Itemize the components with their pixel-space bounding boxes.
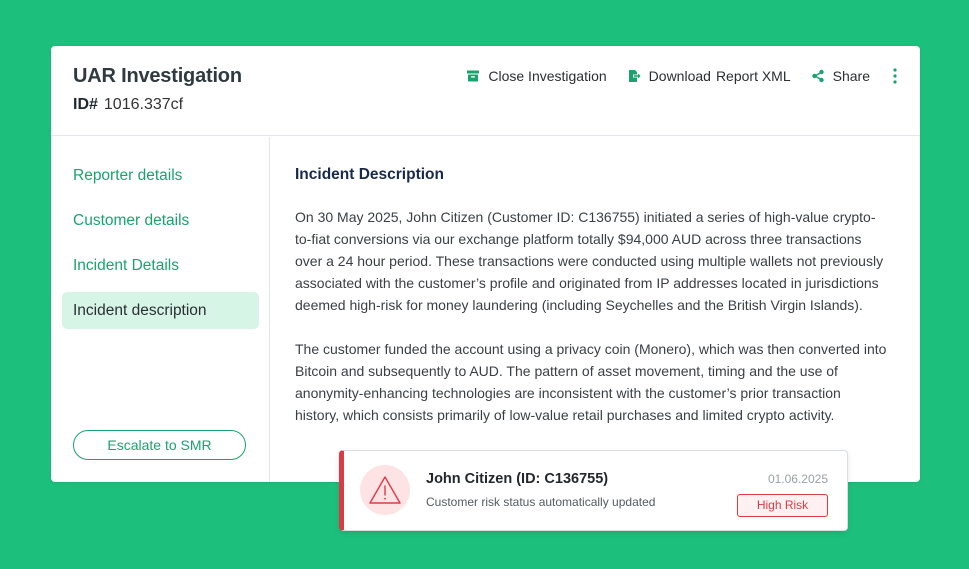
id-value: 1016.337cf	[103, 96, 184, 113]
sidebar-item-incident-description[interactable]: Incident description	[62, 292, 259, 329]
more-vertical-icon[interactable]	[890, 67, 900, 85]
notification-date: 01.06.2025	[767, 472, 828, 486]
status-badge: High Risk	[737, 494, 828, 517]
notification-title: John Citizen (ID: C136755)	[426, 471, 609, 487]
share-button[interactable]: Share	[811, 68, 870, 84]
description-paragraph: The customer funded the account using a …	[295, 341, 887, 423]
card-header: UAR Investigation ID# 1016.337cf Close In…	[51, 46, 920, 136]
sidebar-item-reporter-details[interactable]: Reporter details	[62, 157, 259, 194]
share-label: Share	[832, 68, 870, 84]
header-actions: Close Investigation Download Report XML	[466, 67, 900, 85]
risk-notification[interactable]: John Citizen (ID: C136755) Customer risk…	[339, 450, 848, 531]
investigation-card: UAR Investigation ID# 1016.337cf Close In…	[51, 46, 920, 482]
archive-icon	[466, 69, 480, 83]
sidebar-item-incident-details[interactable]: Incident Details	[62, 247, 259, 284]
close-investigation-label: Close Investigation	[488, 68, 607, 84]
notification-subtitle: Customer risk status automatically updat…	[426, 495, 656, 509]
download-label: Download	[648, 68, 711, 84]
share-icon	[811, 69, 825, 83]
id-label: ID#	[73, 96, 98, 113]
escalate-to-smr-button[interactable]: Escalate to SMR	[73, 430, 246, 460]
investigation-id: ID# 1016.337cf	[73, 96, 183, 114]
close-investigation-button[interactable]: Close Investigation	[466, 68, 607, 84]
section-title: Incident Description	[295, 166, 444, 183]
export-icon	[627, 69, 641, 83]
page-title: UAR Investigation	[73, 65, 242, 87]
sidebar-nav: Reporter details Customer details Incide…	[51, 137, 270, 482]
warning-icon	[360, 465, 410, 515]
download-report-button[interactable]: Download Report XML	[627, 68, 791, 84]
sidebar-item-customer-details[interactable]: Customer details	[62, 202, 259, 239]
report-xml-label: Report XML	[715, 68, 791, 84]
description-paragraph: On 30 May 2025, John Citizen (Customer I…	[295, 209, 884, 313]
